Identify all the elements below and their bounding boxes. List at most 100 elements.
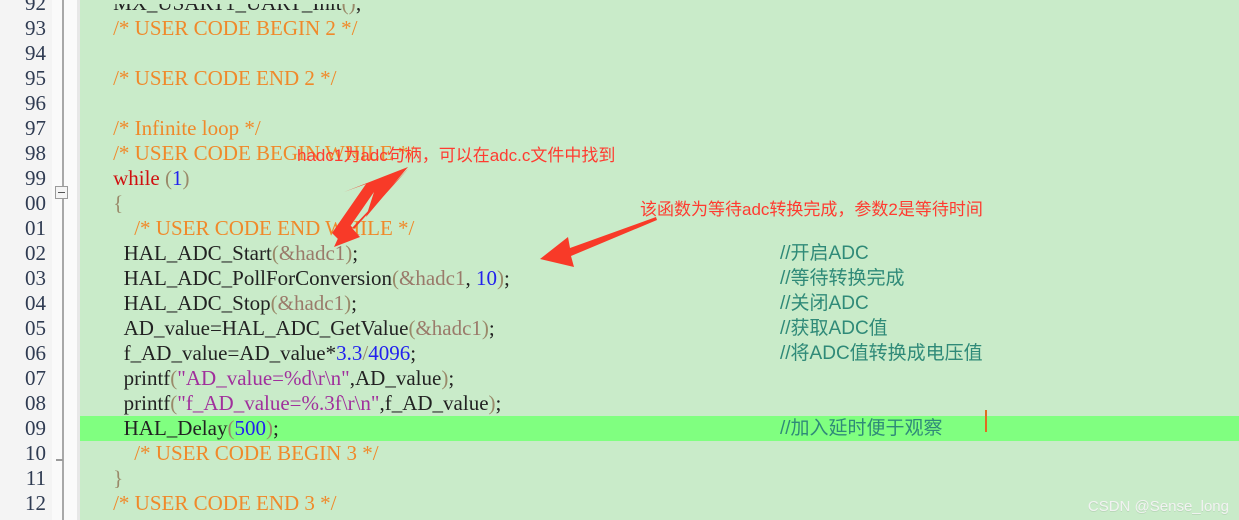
code-token: &hadc1 bbox=[278, 241, 346, 265]
gutter-fold-column[interactable] bbox=[52, 0, 79, 520]
code-token: HAL_ADC_PollForConversion bbox=[123, 266, 392, 290]
text-caret bbox=[985, 410, 987, 432]
code-line-06[interactable]: f_AD_value=AD_value*3.3/4096; //将ADC值转换成电… bbox=[80, 341, 1239, 366]
line-number: 07 bbox=[25, 366, 46, 390]
code-token: 4096 bbox=[368, 341, 411, 365]
line-number: 02 bbox=[25, 241, 46, 265]
code-line-98[interactable]: /* USER CODE BEGIN WHILE */ bbox=[80, 141, 1239, 166]
line-number: 08 bbox=[25, 391, 46, 415]
line-number: 06 bbox=[25, 341, 46, 365]
code-token: } bbox=[113, 466, 124, 490]
code-token: } bbox=[92, 516, 102, 520]
line-number: 94 bbox=[25, 41, 46, 65]
code-token: ; bbox=[352, 241, 359, 265]
code-line-02[interactable]: HAL_ADC_Start(&hadc1); //开启ADC bbox=[80, 241, 1239, 266]
line-number: 09 bbox=[25, 416, 46, 440]
code-token: &hadc1 bbox=[277, 291, 345, 315]
line-number: 12 bbox=[25, 491, 46, 515]
code-line-comment: //加入延时便于观察 bbox=[780, 418, 943, 439]
line-number: 92 bbox=[25, 0, 46, 15]
code-line-07[interactable]: printf("AD_value=%d\r\n",AD_value); bbox=[80, 366, 1239, 391]
code-line-96[interactable] bbox=[80, 91, 1239, 116]
code-line-12[interactable]: /* USER CODE END 3 */ bbox=[80, 491, 1239, 516]
code-line-93[interactable]: /* USER CODE BEGIN 2 */ bbox=[80, 16, 1239, 41]
code-line-comment: //关闭ADC bbox=[780, 293, 869, 314]
code-content-area[interactable]: MX_USART1_UART_Init();/* USER CODE BEGIN… bbox=[80, 0, 1239, 520]
line-number: 98 bbox=[25, 141, 46, 165]
line-number: 95 bbox=[25, 66, 46, 90]
annotation-hadc1-text: hadc1为adc句柄，可以在adc.c文件中找到 bbox=[297, 146, 616, 165]
code-line-text: } bbox=[113, 466, 123, 491]
code-line-text: /* USER CODE END WHILE */ bbox=[134, 216, 414, 241]
code-line-08[interactable]: printf("f_AD_value=%.3f\r\n",f_AD_value)… bbox=[80, 391, 1239, 416]
code-token: /* Infinite loop */ bbox=[113, 116, 261, 140]
code-line-text: } bbox=[92, 516, 102, 520]
code-line-text: /* Infinite loop */ bbox=[113, 116, 261, 141]
fold-end-tick[interactable] bbox=[56, 459, 63, 461]
line-number: 93 bbox=[25, 16, 46, 40]
code-token: ( bbox=[392, 266, 399, 290]
code-token: ; bbox=[503, 266, 510, 290]
code-line-text: f_AD_value=AD_value*3.3/4096; bbox=[124, 341, 416, 366]
code-token: &hadc1 bbox=[399, 266, 466, 290]
line-number: 99 bbox=[25, 166, 46, 190]
code-token: ; bbox=[351, 291, 357, 315]
code-token: ) bbox=[488, 391, 496, 415]
code-line-09[interactable]: HAL_Delay(500); //加入延时便于观察 bbox=[80, 416, 1239, 441]
code-editor[interactable]: MX_USART1_UART_Init();/* USER CODE BEGIN… bbox=[0, 0, 1239, 520]
code-token: /* USER CODE BEGIN 2 */ bbox=[113, 16, 358, 40]
code-line-04[interactable]: HAL_ADC_Stop(&hadc1); //关闭ADC bbox=[80, 291, 1239, 316]
line-number: 05 bbox=[25, 316, 46, 340]
code-line-text: HAL_ADC_Stop(&hadc1); bbox=[124, 291, 357, 316]
line-number: 01 bbox=[25, 216, 46, 240]
top-clip-mask bbox=[80, 0, 1239, 4]
code-token: 10 bbox=[475, 266, 497, 290]
code-line-comment: //等待转换完成 bbox=[780, 268, 905, 289]
code-token: /* USER CODE END WHILE */ bbox=[134, 216, 415, 240]
code-line-05[interactable]: AD_value=HAL_ADC_GetValue(&hadc1); //获取AD… bbox=[80, 316, 1239, 341]
line-number: 11 bbox=[25, 466, 46, 490]
code-line-text: /* USER CODE END 2 */ bbox=[113, 66, 336, 91]
code-token: ; bbox=[410, 341, 417, 365]
code-line-text: HAL_Delay(500); bbox=[124, 416, 279, 441]
code-line-11[interactable]: } bbox=[80, 466, 1239, 491]
code-line-comment: //开启ADC bbox=[780, 243, 869, 264]
code-line-94[interactable] bbox=[80, 41, 1239, 66]
line-number: 10 bbox=[25, 441, 46, 465]
code-token: , bbox=[465, 266, 476, 290]
line-number: 00 bbox=[25, 191, 46, 215]
code-line-text: HAL_ADC_Start(&hadc1); bbox=[124, 241, 359, 266]
line-number: 96 bbox=[25, 91, 46, 115]
gutter-edge bbox=[77, 0, 80, 520]
code-token: ) bbox=[182, 166, 190, 190]
gutter-divider bbox=[62, 0, 64, 520]
code-token: /* USER CODE BEGIN 3 */ bbox=[134, 441, 379, 465]
code-line-97[interactable]: /* Infinite loop */ bbox=[80, 116, 1239, 141]
code-line-10[interactable]: /* USER CODE BEGIN 3 */ bbox=[80, 441, 1239, 466]
code-token: ) bbox=[496, 266, 504, 290]
code-token: f_AD_value=AD_value* bbox=[123, 341, 337, 365]
code-token: { bbox=[113, 191, 124, 215]
code-token: ; bbox=[448, 366, 455, 390]
code-token: 3.3 bbox=[336, 341, 363, 365]
code-token: ( bbox=[271, 241, 279, 265]
code-token: ( bbox=[270, 291, 278, 315]
code-line-comment: //获取ADC值 bbox=[780, 318, 888, 339]
code-token: /* USER CODE END 2 */ bbox=[113, 66, 337, 90]
code-line-text: { bbox=[113, 191, 123, 216]
code-token: 500 bbox=[234, 416, 266, 440]
code-line-95[interactable]: /* USER CODE END 2 */ bbox=[80, 66, 1239, 91]
code-line-03[interactable]: HAL_ADC_PollForConversion(&hadc1, 10); //… bbox=[80, 266, 1239, 291]
code-token: &hadc1 bbox=[415, 316, 482, 340]
code-line-text: AD_value=HAL_ADC_GetValue(&hadc1); bbox=[124, 316, 495, 341]
fold-collapse-box[interactable] bbox=[55, 186, 68, 199]
code-line-text: printf("f_AD_value=%.3f\r\n",f_AD_value)… bbox=[124, 391, 502, 416]
code-line-text: /* USER CODE BEGIN 3 */ bbox=[134, 441, 378, 466]
code-token: ,AD_value bbox=[349, 366, 442, 390]
code-line-99[interactable]: while (1) bbox=[80, 166, 1239, 191]
code-token: /* USER CODE END 3 */ bbox=[113, 491, 337, 515]
csdn-watermark: CSDN @Sense_long bbox=[1087, 498, 1229, 515]
code-token: HAL_Delay bbox=[123, 416, 228, 440]
code-line-13[interactable]: } bbox=[80, 516, 1239, 520]
code-token: "AD_value=%d\r\n" bbox=[177, 366, 350, 390]
